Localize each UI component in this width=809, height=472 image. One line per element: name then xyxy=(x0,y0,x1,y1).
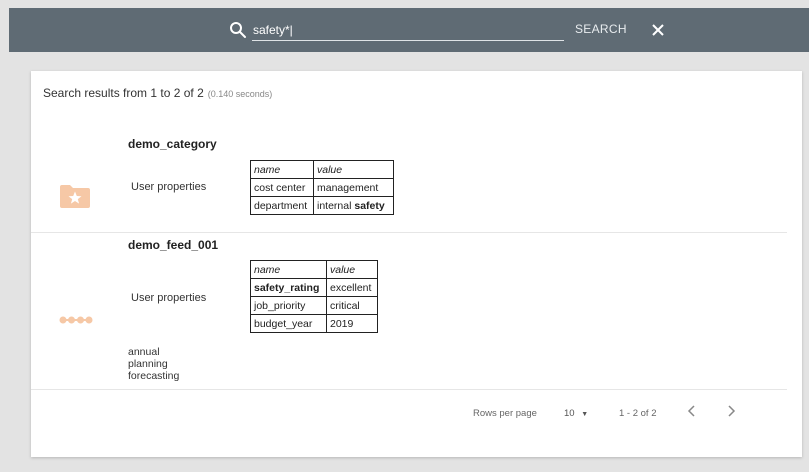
property-name: cost center xyxy=(250,178,314,197)
result-item[interactable]: demo_feed_001 User properties name value… xyxy=(31,233,787,390)
rows-per-page-label: Rows per page xyxy=(473,408,537,419)
category-folder-star-icon xyxy=(60,185,90,208)
properties-table: name value safety_rating excellent job_p… xyxy=(250,260,378,333)
rows-per-page-value: 10 xyxy=(564,408,575,419)
properties-table: name value cost center management depart… xyxy=(250,160,394,215)
results-summary-text: Search results from 1 to 2 of 2 xyxy=(43,86,204,100)
chevron-down-icon: ▼ xyxy=(581,411,589,418)
search-match-highlight: safety xyxy=(354,199,385,212)
column-header-name: name xyxy=(250,260,327,279)
property-value: management xyxy=(313,178,394,197)
next-page-icon[interactable] xyxy=(724,404,738,418)
table-row: safety_rating excellent xyxy=(250,278,378,297)
property-name: department xyxy=(250,196,314,215)
feed-dots-icon xyxy=(59,316,93,324)
result-title[interactable]: demo_feed_001 xyxy=(128,238,218,252)
search-button[interactable]: SEARCH xyxy=(575,22,627,36)
search-bar: SEARCH xyxy=(9,8,809,52)
result-item[interactable]: demo_category User properties name value… xyxy=(31,131,787,233)
user-properties-label: User properties xyxy=(131,292,207,304)
property-value: critical xyxy=(326,296,378,315)
results-summary: Search results from 1 to 2 of 2 (0.140 se… xyxy=(43,86,272,100)
property-value: 2019 xyxy=(326,314,378,333)
results-time: (0.140 seconds) xyxy=(207,89,273,99)
column-header-name: name xyxy=(250,160,314,179)
table-header-row: name value xyxy=(250,160,394,179)
property-value: internal safety xyxy=(313,196,394,215)
table-row: job_priority critical xyxy=(250,296,378,315)
table-row: department internal safety xyxy=(250,196,394,215)
pagination-range: 1 - 2 of 2 xyxy=(619,408,657,419)
property-name: budget_year xyxy=(250,314,327,333)
table-row: budget_year 2019 xyxy=(250,314,378,333)
property-value-text: internal xyxy=(317,199,355,212)
user-properties-label: User properties xyxy=(131,181,207,193)
close-icon[interactable] xyxy=(650,22,666,38)
tag[interactable]: planning xyxy=(128,358,179,370)
table-header-row: name value xyxy=(250,260,378,279)
search-icon xyxy=(230,22,246,38)
column-header-value: value xyxy=(313,160,394,179)
tag-list: annual planning forecasting xyxy=(128,346,179,382)
property-value: excellent xyxy=(326,278,378,297)
results-card: Search results from 1 to 2 of 2 (0.140 se… xyxy=(31,71,802,457)
result-title[interactable]: demo_category xyxy=(128,137,217,151)
table-row: cost center management xyxy=(250,178,394,197)
search-input[interactable] xyxy=(252,19,564,41)
previous-page-icon[interactable] xyxy=(685,404,699,418)
column-header-value: value xyxy=(326,260,378,279)
property-name: safety_rating xyxy=(250,278,327,297)
rows-per-page-select[interactable]: 10 ▼ xyxy=(564,408,588,419)
property-name: job_priority xyxy=(250,296,327,315)
tag[interactable]: annual xyxy=(128,346,179,358)
tag[interactable]: forecasting xyxy=(128,370,179,382)
